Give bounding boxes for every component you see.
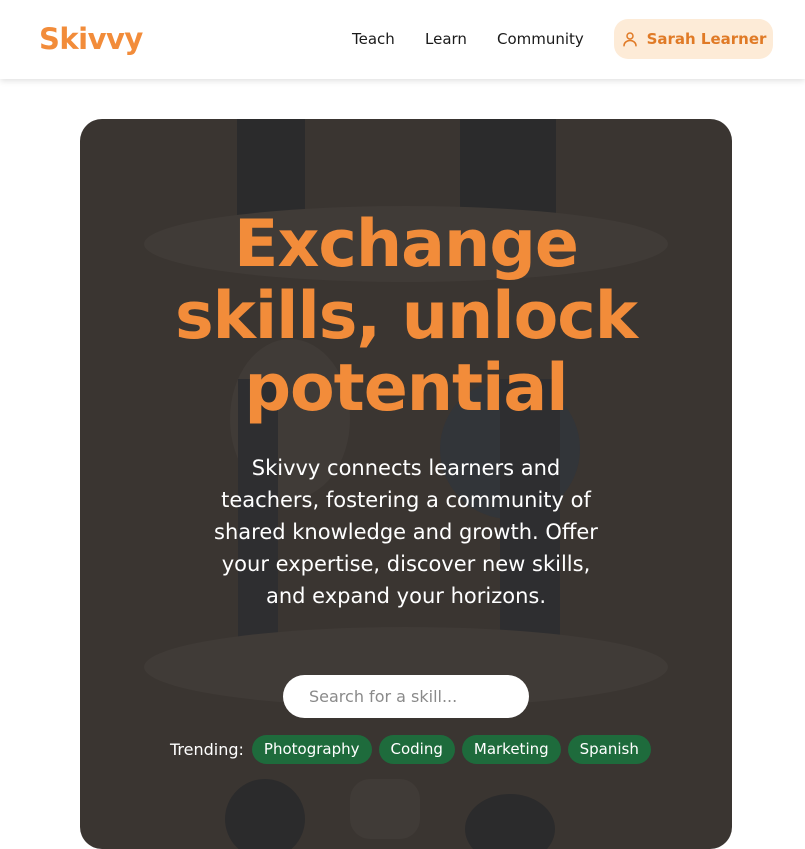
nav-community[interactable]: Community <box>497 30 584 48</box>
user-name: Sarah Learner <box>646 30 767 48</box>
hero-title: Exchange skills, unlock potential <box>80 209 732 425</box>
tag-spanish[interactable]: Spanish <box>567 735 651 764</box>
trending-tags: Trending: Photography Coding Marketing S… <box>170 735 651 764</box>
user-profile-button[interactable]: Sarah Learner <box>614 19 773 59</box>
hero-title-line-3: potential <box>244 351 568 426</box>
hero-description: Skivvy connects learners and teachers, f… <box>214 456 598 608</box>
nav-teach[interactable]: Teach <box>352 30 395 48</box>
tag-photography[interactable]: Photography <box>251 735 372 764</box>
user-icon <box>622 32 637 47</box>
skill-search-input[interactable] <box>283 675 529 718</box>
hero-section: Exchange skills, unlock potential Skivvy… <box>80 119 732 849</box>
tag-marketing[interactable]: Marketing <box>461 735 561 764</box>
nav-learn[interactable]: Learn <box>425 30 467 48</box>
logo[interactable]: Skivvy <box>39 22 143 56</box>
hero-title-line-1: Exchange <box>234 207 579 282</box>
tag-coding[interactable]: Coding <box>378 735 455 764</box>
hero-title-line-2: skills, unlock <box>174 279 638 354</box>
top-header: Skivvy Teach Learn Community Sarah Learn… <box>0 0 805 79</box>
trending-label: Trending: <box>170 740 244 759</box>
